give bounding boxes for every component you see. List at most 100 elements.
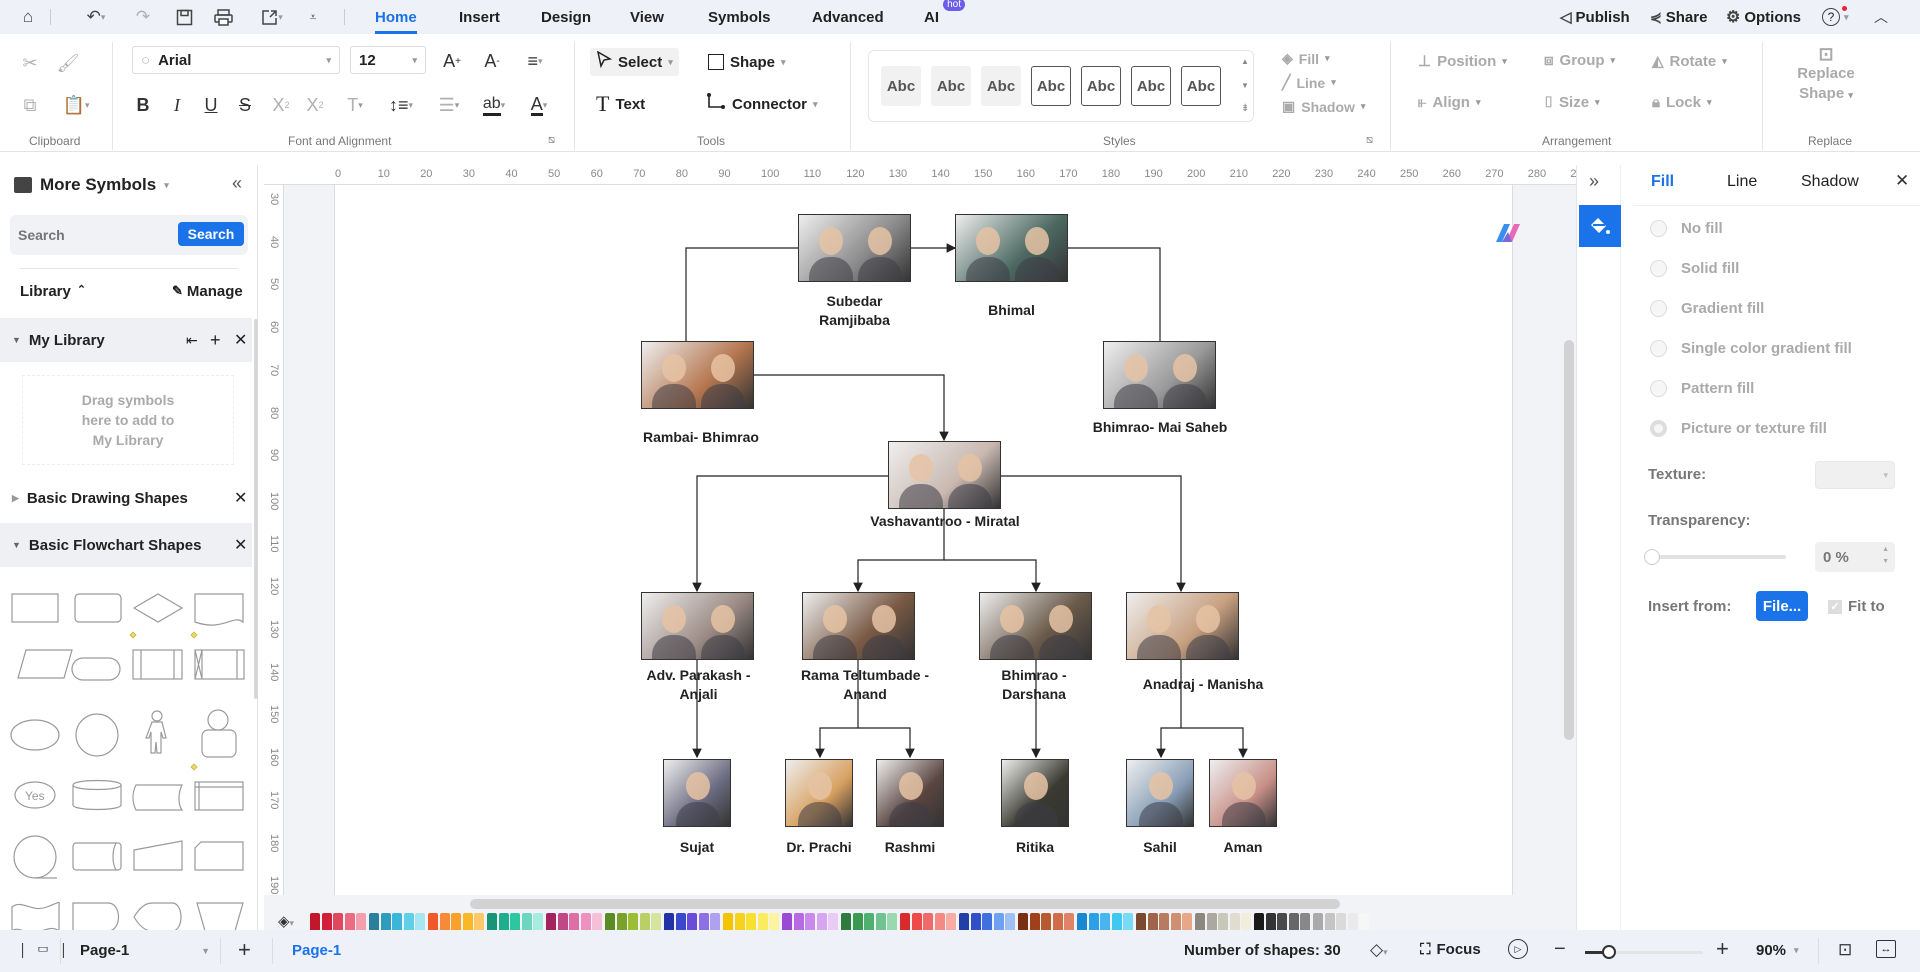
- search-button[interactable]: Search: [178, 222, 244, 246]
- subscript-icon[interactable]: X2: [302, 92, 328, 118]
- photo-sahil[interactable]: [1126, 759, 1194, 827]
- copy-icon[interactable]: ⧉: [18, 92, 42, 118]
- connector-tool-button[interactable]: Connector ▾: [706, 90, 818, 118]
- my-library-section[interactable]: ▼ My Library ⇤ + ✕: [0, 318, 252, 362]
- close-icon[interactable]: ✕: [234, 488, 247, 508]
- photo-bhimal[interactable]: [955, 214, 1068, 282]
- dialog-launcher-icon[interactable]: ⧅: [1366, 134, 1373, 147]
- person-shape[interactable]: [201, 709, 237, 758]
- shadow-button[interactable]: ▣ Shadow ▾: [1282, 98, 1365, 115]
- style-swatch[interactable]: Abc: [1131, 66, 1171, 106]
- tab-advanced[interactable]: Advanced: [812, 0, 884, 34]
- fit-page-icon[interactable]: ⊡: [1838, 940, 1852, 960]
- transparency-input[interactable]: 0 % ▲ ▼: [1815, 542, 1895, 572]
- photo-anadraj[interactable]: [1126, 592, 1239, 660]
- style-swatch[interactable]: Abc: [1081, 66, 1121, 106]
- option-no-fill[interactable]: No fill: [1650, 220, 1723, 237]
- zoom-select[interactable]: 90% ▾: [1756, 942, 1799, 959]
- node-label-rama[interactable]: Rama Teltumbade - Anand: [780, 666, 950, 704]
- underline-icon[interactable]: U: [200, 92, 222, 118]
- node-label-rambai[interactable]: Rambai- Bhimrao: [621, 428, 781, 447]
- shape-tool-button[interactable]: Shape ▾: [708, 48, 786, 76]
- highlight-icon[interactable]: ab ▾: [476, 92, 512, 118]
- actor-shape[interactable]: [145, 710, 167, 754]
- increase-font-icon[interactable]: A +: [438, 48, 466, 74]
- fit-width-icon[interactable]: ↔: [1876, 940, 1896, 958]
- photo-parakash[interactable]: [641, 592, 754, 660]
- redo-icon[interactable]: ↷: [132, 0, 154, 34]
- style-swatch[interactable]: Abc: [981, 66, 1021, 106]
- rotate-button[interactable]: ◭ Rotate ▾: [1652, 52, 1727, 71]
- horizontal-ruler[interactable]: 0 10 20 30 40 50 60 70 80 90 100 110 120 130 140 150 160…: [264, 165, 1589, 185]
- vertical-ruler[interactable]: 30 40 50 60 70 80 90 100 110 120 130 140 150 160 170 18…: [264, 185, 284, 895]
- fill-panel-button[interactable]: [1579, 205, 1621, 247]
- section-basic-flowchart-shapes[interactable]: ▼ Basic Flowchart Shapes ✕: [0, 523, 252, 567]
- collapse-sidebar-icon[interactable]: «: [232, 173, 242, 194]
- fit-to-checkbox[interactable]: ✓ Fit to: [1828, 598, 1885, 615]
- document-shape[interactable]: [194, 593, 244, 626]
- tab-view[interactable]: View: [630, 0, 664, 34]
- node-label-bhimal[interactable]: Bhimal: [955, 301, 1068, 320]
- font-color-icon[interactable]: A ▾: [522, 92, 556, 118]
- add-icon[interactable]: +: [210, 330, 221, 351]
- home-icon[interactable]: ⌂: [14, 0, 42, 34]
- photo-maisaheb[interactable]: [1103, 341, 1216, 409]
- position-button[interactable]: ⊥ Position ▾: [1418, 52, 1507, 71]
- undo-icon[interactable]: ↶ ▾: [78, 0, 114, 34]
- horizontal-scrollbar[interactable]: [470, 899, 1340, 909]
- decision-shape[interactable]: [132, 593, 184, 623]
- photo-rashmi[interactable]: [876, 759, 944, 827]
- page-tab[interactable]: Page-1: [292, 942, 341, 959]
- rounded-rect-shape[interactable]: [74, 593, 122, 623]
- subprocess-shape[interactable]: [194, 781, 244, 811]
- sequential-access-shape[interactable]: [13, 835, 57, 879]
- photo-vashavantroo[interactable]: [888, 441, 1001, 509]
- manage-button[interactable]: ✎ Manage: [172, 283, 243, 300]
- ellipse-shape[interactable]: [10, 719, 60, 751]
- tab-symbols[interactable]: Symbols: [708, 0, 771, 34]
- play-icon[interactable]: ▷: [1508, 939, 1528, 959]
- node-label-bhimrao2[interactable]: Bhimrao - Darshana: [969, 666, 1099, 704]
- node-label-maisaheb[interactable]: Bhimrao- Mai Saheb: [1090, 418, 1230, 437]
- layers-icon[interactable]: ◇▾: [1370, 940, 1388, 960]
- line-button[interactable]: ╱ Line ▾: [1282, 74, 1336, 91]
- text-align-icon[interactable]: ≡ ▾: [518, 48, 552, 74]
- tab-fill[interactable]: Fill: [1651, 173, 1674, 191]
- option-gradient-fill[interactable]: Gradient fill: [1650, 300, 1764, 317]
- zoom-slider[interactable]: [1585, 945, 1703, 959]
- print-icon[interactable]: [210, 0, 236, 34]
- manual-input-shape[interactable]: [133, 840, 183, 871]
- radio[interactable]: [1650, 380, 1667, 397]
- photo-sujat[interactable]: [663, 759, 731, 827]
- node-label-prachi[interactable]: Dr. Prachi: [769, 838, 869, 857]
- terminator-shape[interactable]: [71, 657, 121, 681]
- close-panel-icon[interactable]: ✕: [1895, 171, 1909, 191]
- close-icon[interactable]: ✕: [234, 535, 247, 555]
- option-picture-fill[interactable]: Picture or texture fill: [1650, 420, 1827, 437]
- export-icon[interactable]: ▾: [254, 0, 290, 34]
- size-button[interactable]: ⌷ Size ▾: [1544, 94, 1600, 111]
- group-button[interactable]: ⧈ Group ▾: [1544, 52, 1615, 69]
- node-label-aman[interactable]: Aman: [1193, 838, 1293, 857]
- transparency-slider[interactable]: [1644, 549, 1786, 565]
- collapse-ribbon-icon[interactable]: ︿: [1870, 0, 1892, 34]
- photo-rambai[interactable]: [641, 341, 754, 409]
- tab-design[interactable]: Design: [541, 0, 591, 34]
- paste-icon[interactable]: 📋 ▾: [58, 92, 94, 118]
- more-icon[interactable]: ⩡: [304, 0, 322, 34]
- photo-prachi[interactable]: [785, 759, 853, 827]
- style-swatch[interactable]: Abc: [1031, 66, 1071, 106]
- predefined-process-shape[interactable]: [132, 649, 183, 680]
- library-header[interactable]: Library ⌃: [20, 283, 86, 300]
- photo-bhimrao2[interactable]: [979, 592, 1092, 660]
- zoom-in-icon[interactable]: +: [1716, 936, 1729, 962]
- gallery-down-icon[interactable]: ▼: [1241, 81, 1249, 90]
- gallery-up-icon[interactable]: ▲: [1241, 57, 1249, 66]
- insert-file-button[interactable]: File...: [1756, 591, 1808, 621]
- format-painter-icon[interactable]: 🖌: [56, 50, 80, 76]
- display-shape[interactable]: [133, 902, 182, 930]
- radio-selected[interactable]: [1650, 420, 1667, 437]
- font-family-select[interactable]: ○ Arial ▾: [132, 46, 340, 74]
- delay-shape[interactable]: [72, 902, 120, 930]
- photo-subedar[interactable]: [798, 214, 911, 282]
